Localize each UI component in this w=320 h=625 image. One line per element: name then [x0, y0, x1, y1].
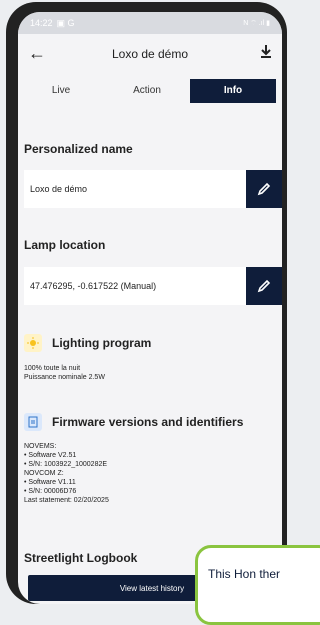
logbook-title: Streetlight Logbook [24, 551, 138, 565]
lamp-location-field: 47.476295, -0.617522 (Manual) [24, 267, 282, 305]
tab-bar: Live Action Info [18, 76, 282, 106]
lamp-location-title: Lamp location [24, 238, 106, 252]
edit-name-button[interactable] [246, 170, 282, 208]
lighting-program-header: Lighting program [24, 334, 151, 352]
lighting-program-line1: 100% toute la nuit [24, 365, 81, 372]
status-bar: 14:22 ▣ G N ⌔ .ıl ▮ [18, 12, 282, 34]
status-left-icons: ▣ G [56, 17, 75, 28]
firmware-line: • S/N: 00006D76 [24, 488, 77, 495]
status-right-icons: N ⌔ .ıl ▮ [243, 19, 270, 27]
firmware-title: Firmware versions and identifiers [52, 415, 244, 429]
page-title: Loxo de démo [111, 47, 189, 61]
personalized-name-value: Loxo de démo [30, 184, 88, 194]
tab-action[interactable]: Action [104, 79, 190, 103]
firmware-header: Firmware versions and identifiers [24, 413, 243, 431]
download-icon[interactable] [260, 44, 272, 63]
lighting-program-title: Lighting program [52, 336, 152, 350]
firmware-line: NOVCOM Z: [24, 470, 64, 477]
firmware-line: • Software V2.51 [24, 452, 77, 459]
firmware-line: • Software V1.11 [24, 479, 76, 486]
pencil-icon [257, 279, 271, 293]
personalized-name-title: Personalized name [24, 142, 133, 156]
personalized-name-field: Loxo de démo [24, 170, 282, 208]
app-screen: 14:22 ▣ G N ⌔ .ıl ▮ ← Loxo de démo Live … [18, 12, 282, 604]
pencil-icon [257, 182, 271, 196]
lamp-location-value: 47.476295, -0.617522 (Manual) [30, 281, 157, 291]
sun-icon [24, 334, 42, 352]
tab-info[interactable]: Info [190, 79, 276, 103]
back-arrow-icon[interactable]: ← [28, 44, 46, 62]
document-icon [24, 413, 42, 431]
firmware-line: NOVEMS: [24, 443, 57, 450]
app-header: ← Loxo de démo [18, 34, 282, 74]
phone-frame: 14:22 ▣ G N ⌔ .ıl ▮ ← Loxo de démo Live … [6, 2, 287, 604]
status-time: 14:22 [30, 18, 53, 28]
tab-live[interactable]: Live [18, 79, 104, 103]
firmware-line: Last statement: 02/20/2025 [24, 497, 109, 504]
lighting-program-line2: Puissance nominale 2.5W [24, 374, 105, 381]
onboarding-tooltip[interactable]: This Hon ther [195, 545, 320, 625]
edit-location-button[interactable] [246, 267, 282, 305]
firmware-line: • S/N: 1003922_1000282E [24, 461, 108, 468]
